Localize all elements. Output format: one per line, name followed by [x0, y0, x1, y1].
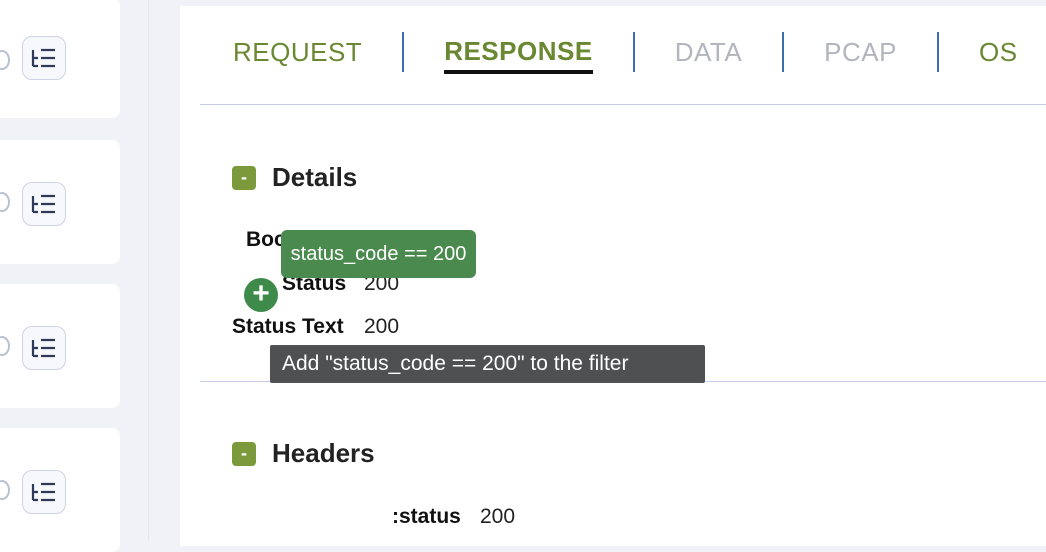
- tree-view-button[interactable]: [22, 326, 66, 370]
- tab-separator: [632, 32, 635, 72]
- divider: [200, 104, 1046, 105]
- tree-view-button[interactable]: [22, 182, 66, 226]
- details-title: Details: [272, 162, 358, 192]
- tab-separator: [402, 32, 405, 72]
- status-text-label[interactable]: Status Text: [232, 315, 344, 339]
- details-section-header[interactable]: - Details: [232, 162, 357, 193]
- header-status-label[interactable]: :status: [392, 505, 461, 529]
- body-size-label: Boc: [246, 228, 286, 251]
- entries-sidebar: [0, 0, 149, 552]
- add-to-filter-tooltip: Add "status_code == 200" to the filter: [270, 345, 705, 383]
- entry-card[interactable]: [0, 284, 120, 408]
- entry-card[interactable]: [0, 140, 120, 264]
- entry-status-icon: [0, 192, 10, 212]
- tab-response[interactable]: RESPONSE: [444, 30, 593, 74]
- tree-list-icon: [31, 48, 55, 68]
- tab-data[interactable]: DATA: [675, 31, 742, 73]
- headers-section-header[interactable]: - Headers: [232, 438, 375, 469]
- entry-card[interactable]: [0, 428, 120, 552]
- entry-status-icon: [0, 50, 10, 70]
- tab-pcap[interactable]: PCAP: [824, 31, 897, 73]
- tab-request[interactable]: REQUEST: [233, 31, 362, 73]
- entry-status-icon: [0, 336, 10, 356]
- entry-card[interactable]: [0, 0, 120, 118]
- tab-separator: [782, 32, 785, 72]
- entry-status-icon: [0, 480, 10, 500]
- tree-view-button[interactable]: [22, 470, 66, 514]
- collapse-details-button[interactable]: -: [232, 165, 256, 190]
- filter-query-chip[interactable]: status_code == 200: [281, 230, 476, 278]
- tree-list-icon: [31, 482, 55, 502]
- status-text-value[interactable]: 200: [364, 315, 399, 339]
- tree-view-button[interactable]: [22, 36, 66, 80]
- tab-os[interactable]: OS: [979, 31, 1018, 73]
- detail-tabs: REQUEST RESPONSE DATA PCAP OS: [200, 30, 1046, 74]
- headers-title: Headers: [272, 438, 375, 468]
- tab-separator: [936, 32, 939, 72]
- add-to-filter-button[interactable]: +: [244, 278, 278, 312]
- header-status-value[interactable]: 200: [480, 505, 515, 529]
- collapse-headers-button[interactable]: -: [232, 441, 256, 466]
- tree-list-icon: [31, 338, 55, 358]
- tree-list-icon: [31, 194, 55, 214]
